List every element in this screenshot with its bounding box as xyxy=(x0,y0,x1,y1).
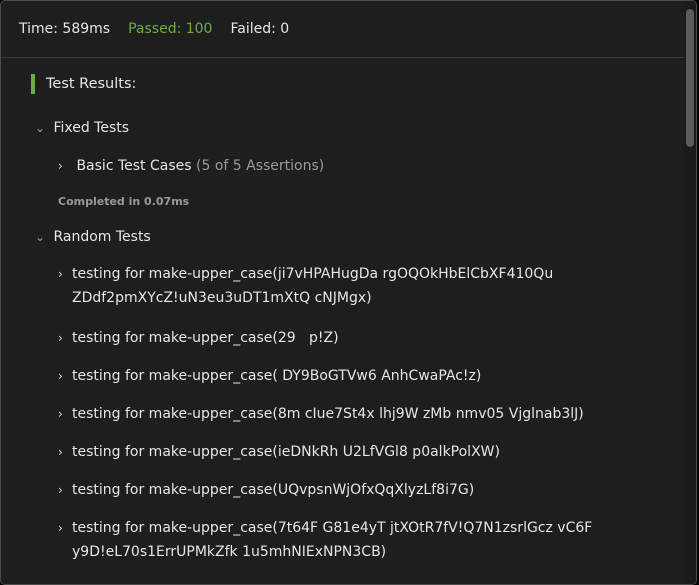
random-tests-label: Random Tests xyxy=(53,229,151,245)
scrollbar[interactable] xyxy=(684,1,696,584)
chevron-right-icon: › xyxy=(58,521,63,535)
test-item-line: testing for make-upper_case(UQvpsnWjOfxQ… xyxy=(72,482,475,498)
test-item[interactable]: › testing for make-upper_case(8m cIue7St4… xyxy=(58,402,584,426)
time-label: Time: 589ms xyxy=(19,21,111,37)
chevron-right-icon: › xyxy=(58,407,63,421)
test-output-panel: Time: 589ms Passed: 100 Failed: 0 Test R… xyxy=(0,0,697,585)
test-item[interactable]: › testing for make-upper_case(7t64F G81e4… xyxy=(58,516,592,564)
chevron-right-icon: › xyxy=(58,159,63,173)
test-item[interactable]: › testing for make-upper_case(UQvpsnWjOfx… xyxy=(58,478,474,502)
chevron-right-icon: › xyxy=(58,331,63,345)
assertion-count: (5 of 5 Assertions) xyxy=(196,158,325,174)
passed-count: Passed: 100 xyxy=(128,21,213,37)
fixed-tests-label: Fixed Tests xyxy=(53,120,130,136)
chevron-right-icon: › xyxy=(58,369,63,383)
test-item[interactable]: › testing for make-upper_case(ji7vHPAHugD… xyxy=(58,262,553,310)
test-item-line: testing for make-upper_case( DY9BoGTVw6 … xyxy=(72,368,482,384)
test-item-line: ZDdf2pmXYcZ!uN3eu3uDT1mXtQ cNJMgx) xyxy=(72,290,372,306)
test-item-line: testing for make-upper_case(ji7vHPAHugDa… xyxy=(72,266,554,282)
chevron-right-icon: › xyxy=(58,267,63,281)
scrollbar-thumb[interactable] xyxy=(686,9,694,147)
test-item-line: testing for make-upper_case(8m cIue7St4x… xyxy=(72,406,584,422)
basic-test-cases-toggle[interactable]: › Basic Test Cases (5 of 5 Assertions) xyxy=(58,154,324,178)
test-item[interactable]: › testing for make-upper_case(29 p!Z) xyxy=(58,326,339,350)
results-title: Test Results: xyxy=(31,74,136,94)
group-label: Basic Test Cases xyxy=(76,158,192,174)
failed-count: Failed: 0 xyxy=(230,21,290,37)
test-item[interactable]: › testing for make-upper_case(ieDNkRh U2L… xyxy=(58,440,500,464)
test-item-line: testing for make-upper_case(7t64F G81e4y… xyxy=(72,520,593,536)
chevron-down-icon: ⌄ xyxy=(35,121,46,135)
completed-time: Completed in 0.07ms xyxy=(58,195,190,208)
fixed-tests-toggle[interactable]: ⌄ Fixed Tests xyxy=(35,116,129,140)
test-item-line: testing for make-upper_case(29 p!Z) xyxy=(72,330,339,346)
test-item-line: y9D!eL70s1ErrUPMkZfk 1u5mhNIExNPN3CB) xyxy=(72,544,387,560)
test-item[interactable]: › testing for make-upper_case( DY9BoGTVw6… xyxy=(58,364,481,388)
chevron-right-icon: › xyxy=(58,483,63,497)
results-content: Test Results: ⌄ Fixed Tests › Basic Test… xyxy=(1,58,684,584)
chevron-down-icon: ⌄ xyxy=(35,230,46,244)
random-tests-toggle[interactable]: ⌄ Random Tests xyxy=(35,225,151,249)
test-item-line: testing for make-upper_case(ieDNkRh U2Lf… xyxy=(72,444,500,460)
chevron-right-icon: › xyxy=(58,445,63,459)
summary-header: Time: 589ms Passed: 100 Failed: 0 xyxy=(1,1,696,58)
